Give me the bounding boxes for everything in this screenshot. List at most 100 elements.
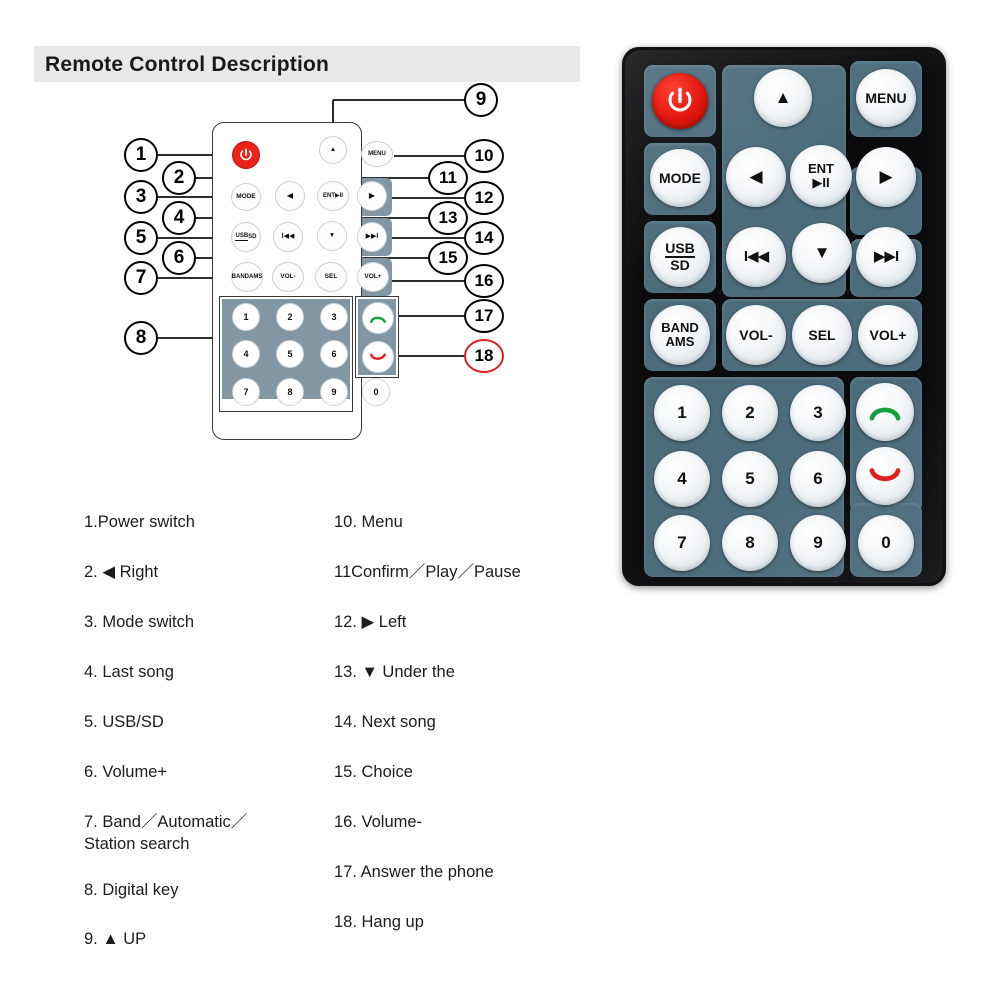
photo-key-menu[interactable]: MENU xyxy=(856,69,916,127)
photo-key-up[interactable]: ▲ xyxy=(754,69,812,127)
diagram-numkey-4[interactable]: 4 xyxy=(232,340,260,368)
photo-key-prev[interactable]: I◀◀ xyxy=(726,227,786,287)
photo-key-power[interactable] xyxy=(652,73,708,129)
legend-item-1: 1.Power switch xyxy=(84,513,195,531)
diagram-hang-up-button[interactable] xyxy=(362,341,394,373)
photo-key-sd-line2: SD xyxy=(670,257,690,273)
legend-item-18: 18. Hang up xyxy=(334,912,424,931)
legend-item-6: 6. Volume+ xyxy=(84,762,168,781)
photo-hang-up-button[interactable] xyxy=(856,447,914,505)
diagram-answer-call-button[interactable] xyxy=(362,302,394,334)
photo-key-usbsd[interactable]: USB SD xyxy=(650,227,710,287)
photo-numkey-8[interactable]: 8 xyxy=(722,515,778,571)
remote-callout-diagram: ▲ MENU MODE ◀ ENT ▶II ▶ USB SD I◀◀ ▼ ▶▶I… xyxy=(0,0,600,470)
diagram-key-menu[interactable]: MENU xyxy=(361,141,393,167)
callout-14[interactable]: 14 xyxy=(464,221,504,255)
photo-key-left[interactable]: ◀ xyxy=(726,147,786,207)
diagram-key-mode[interactable]: MODE xyxy=(231,183,261,211)
diagram-numkey-9[interactable]: 9 xyxy=(320,378,348,406)
photo-numkey-7[interactable]: 7 xyxy=(654,515,710,571)
diagram-key-left[interactable]: ◀ xyxy=(275,181,305,211)
phone-hangup-icon xyxy=(370,353,386,360)
diagram-key-sel[interactable]: SEL xyxy=(315,262,347,292)
diagram-numkey-7[interactable]: 7 xyxy=(232,378,260,406)
photo-key-next[interactable]: ▶▶I xyxy=(856,227,916,287)
photo-key-ent[interactable]: ENT ▶II xyxy=(790,145,852,207)
diagram-key-usbsd[interactable]: USB SD xyxy=(231,222,261,252)
callout-13[interactable]: 13 xyxy=(428,201,468,235)
remote-photo: ▲ MENU MODE ◀ ENT ▶II ▶ USB SD I◀◀ ▼ ▶▶I… xyxy=(622,47,946,586)
callout-7[interactable]: 7 xyxy=(124,261,158,295)
photo-key-ent-line2: ▶II xyxy=(812,175,830,190)
photo-numkey-2[interactable]: 2 xyxy=(722,385,778,441)
callout-1[interactable]: 1 xyxy=(124,138,158,172)
photo-key-down[interactable]: ▼ xyxy=(792,223,852,283)
photo-key-ams-line2: AMS xyxy=(665,334,695,349)
legend-item-16: 16. Volume- xyxy=(334,812,423,831)
legend-column-right: 10. Menu 11Confirm／Play／Pause 12. ▶ Left… xyxy=(334,512,592,961)
diagram-key-band-line1: BAND xyxy=(231,273,249,280)
power-icon xyxy=(240,148,252,161)
diagram-numkey-6[interactable]: 6 xyxy=(320,340,348,368)
diagram-key-volume-up[interactable]: VOL+ xyxy=(357,262,389,292)
diagram-key-band[interactable]: BAND AMS xyxy=(231,262,263,292)
callout-17[interactable]: 17 xyxy=(464,299,504,333)
diagram-numkey-8[interactable]: 8 xyxy=(276,378,304,406)
photo-numkey-6[interactable]: 6 xyxy=(790,451,846,507)
legend-item-2: 2. ◀ Right xyxy=(84,562,159,581)
photo-numkey-9[interactable]: 9 xyxy=(790,515,846,571)
phone-hangup-icon xyxy=(869,468,901,482)
diagram-numkey-3[interactable]: 3 xyxy=(320,303,348,331)
legend-item-14: 14. Next song xyxy=(334,712,436,731)
legend-item-5: 5. USB/SD xyxy=(84,712,164,731)
diagram-key-up[interactable]: ▲ xyxy=(319,136,347,164)
diagram-key-prev[interactable]: I◀◀ xyxy=(273,222,303,252)
legend-item-13: 13. ▼ Under the xyxy=(334,662,455,681)
diagram-numkey-0[interactable]: 0 xyxy=(362,378,390,406)
diagram-key-sd-line2: SD xyxy=(248,233,257,240)
legend-item-3: 3. Mode switch xyxy=(84,612,195,631)
photo-numkey-1[interactable]: 1 xyxy=(654,385,710,441)
callout-3[interactable]: 3 xyxy=(124,180,158,214)
photo-key-volume-down[interactable]: VOL- xyxy=(726,305,786,365)
diagram-numkey-2[interactable]: 2 xyxy=(276,303,304,331)
diagram-key-right[interactable]: ▶ xyxy=(357,181,387,211)
diagram-key-down[interactable]: ▼ xyxy=(317,221,347,251)
callout-6[interactable]: 6 xyxy=(162,241,196,275)
legend: 1.Power switch 2. ◀ Right 3. Mode switch… xyxy=(0,512,600,948)
photo-numkey-4[interactable]: 4 xyxy=(654,451,710,507)
diagram-key-usb-line1: USB xyxy=(235,233,249,241)
callout-16[interactable]: 16 xyxy=(464,264,504,298)
remote-control-description-page: Remote Control Description ▲ MENU MODE ◀… xyxy=(0,0,1000,1000)
photo-key-right[interactable]: ▶ xyxy=(856,147,916,207)
diagram-numkey-5[interactable]: 5 xyxy=(276,340,304,368)
legend-column-left: 1.Power switch 2. ◀ Right 3. Mode switch… xyxy=(84,512,324,979)
legend-item-12: 12. ▶ Left xyxy=(334,612,407,631)
photo-numkey-5[interactable]: 5 xyxy=(722,451,778,507)
diagram-numkey-1[interactable]: 1 xyxy=(232,303,260,331)
callout-2[interactable]: 2 xyxy=(162,161,196,195)
diagram-key-power[interactable] xyxy=(232,141,260,169)
callout-18[interactable]: 18 xyxy=(464,339,504,373)
legend-item-8: 8. Digital key xyxy=(84,880,179,899)
diagram-key-next[interactable]: ▶▶I xyxy=(357,222,387,252)
photo-numkey-3[interactable]: 3 xyxy=(790,385,846,441)
callout-5[interactable]: 5 xyxy=(124,221,158,255)
photo-key-volume-up[interactable]: VOL+ xyxy=(858,305,918,365)
callout-10[interactable]: 10 xyxy=(464,139,504,173)
photo-key-sel[interactable]: SEL xyxy=(792,305,852,365)
callout-4[interactable]: 4 xyxy=(162,201,196,235)
callout-8[interactable]: 8 xyxy=(124,321,158,355)
diagram-key-ent[interactable]: ENT ▶II xyxy=(317,181,349,211)
callout-9[interactable]: 9 xyxy=(464,83,498,117)
diagram-key-volume-down[interactable]: VOL- xyxy=(272,262,304,292)
legend-item-11: 11Confirm／Play／Pause xyxy=(334,562,521,581)
photo-key-band[interactable]: BAND AMS xyxy=(650,305,710,365)
photo-answer-call-button[interactable] xyxy=(856,383,914,441)
photo-key-mode[interactable]: MODE xyxy=(650,149,710,207)
callout-12[interactable]: 12 xyxy=(464,181,504,215)
photo-numkey-0[interactable]: 0 xyxy=(858,515,914,571)
callout-11[interactable]: 11 xyxy=(428,161,468,195)
callout-15[interactable]: 15 xyxy=(428,241,468,275)
diagram-key-ent-line1: ENT xyxy=(323,192,336,199)
